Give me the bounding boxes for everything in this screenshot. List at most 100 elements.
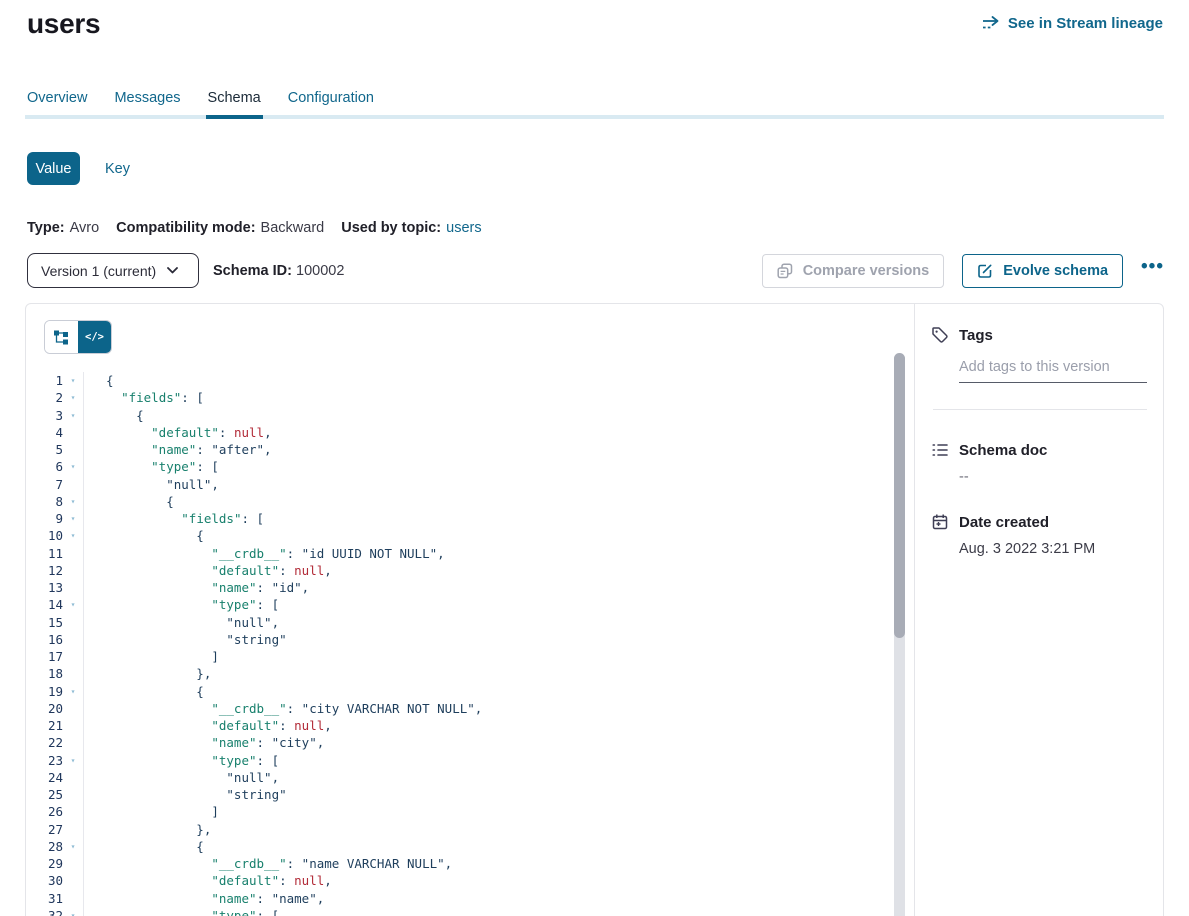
collapse-toggle-icon[interactable]: ▾ [63,493,84,510]
collapse-spacer [63,562,84,579]
code-line: 11 "__crdb__": "id UUID NOT NULL", [26,545,914,562]
code-text: { [84,683,204,700]
code-view-button[interactable]: </> [78,321,111,353]
collapse-spacer [63,855,84,872]
collapse-spacer [63,821,84,838]
compare-versions-label: Compare versions [803,263,930,279]
line-number: 29 [26,855,63,872]
code-line: 20 "__crdb__": "city VARCHAR NOT NULL", [26,700,914,717]
collapse-toggle-icon[interactable]: ▾ [63,407,84,424]
line-number: 3 [26,407,63,424]
evolve-schema-label: Evolve schema [1003,263,1108,279]
code-text: "__crdb__": "name VARCHAR NULL", [84,855,452,872]
code-lines: 1▾{2▾ "fields": [3▾ {4 "default": null,5… [26,372,914,916]
code-line: 3▾ { [26,407,914,424]
date-created-value: Aug. 3 2022 3:21 PM [959,541,1147,557]
line-number: 1 [26,372,63,389]
line-number: 27 [26,821,63,838]
line-number: 4 [26,424,63,441]
tab-schema[interactable]: Schema [208,90,261,119]
more-options-button[interactable]: ••• [1141,256,1164,286]
code-text: ] [84,648,219,665]
collapse-spacer [63,769,84,786]
line-number: 25 [26,786,63,803]
compatibility-label: Compatibility mode: [116,220,255,236]
code-text: "__crdb__": "city VARCHAR NOT NULL", [84,700,482,717]
collapse-toggle-icon[interactable]: ▾ [63,510,84,527]
collapse-toggle-icon[interactable]: ▾ [63,683,84,700]
date-created-section: Date created Aug. 3 2022 3:21 PM [931,513,1147,557]
stream-lineage-link[interactable]: See in Stream lineage [982,15,1163,32]
collapse-toggle-icon[interactable]: ▾ [63,838,84,855]
schema-doc-value: -- [959,469,1147,485]
line-number: 28 [26,838,63,855]
line-number: 31 [26,890,63,907]
line-number: 16 [26,631,63,648]
code-text: "default": null, [84,424,272,441]
compatibility-field: Compatibility mode: Backward [116,220,324,236]
collapse-toggle-icon[interactable]: ▾ [63,752,84,769]
code-text: "name": "id", [84,579,309,596]
version-select-value: Version 1 (current) [41,263,156,279]
used-by-topic-field: Used by topic: users [341,220,481,236]
evolve-schema-icon [977,263,995,279]
code-text: }, [84,821,211,838]
code-line: 6▾ "type": [ [26,458,914,475]
evolve-schema-button[interactable]: Evolve schema [962,254,1123,288]
tab-overview[interactable]: Overview [27,90,87,119]
topic-link[interactable]: users [446,220,481,236]
code-line: 32▾ "type": [ [26,907,914,916]
code-line: 1▾{ [26,372,914,389]
line-number: 15 [26,614,63,631]
collapse-toggle-icon[interactable]: ▾ [63,458,84,475]
line-number: 5 [26,441,63,458]
tree-view-button[interactable] [45,321,78,353]
tags-section: Tags [931,326,1147,410]
schema-code-panel: </> 1▾{2▾ "fields": [3▾ {4 "default": nu… [26,304,915,916]
compare-versions-button[interactable]: Compare versions [762,254,945,288]
value-tab-button[interactable]: Value [27,152,80,185]
add-tags-input[interactable] [959,357,1147,383]
line-number: 20 [26,700,63,717]
line-number: 7 [26,476,63,493]
code-line: 9▾ "fields": [ [26,510,914,527]
code-text: { [84,838,204,855]
code-text: "fields": [ [84,389,204,406]
compatibility-value: Backward [261,220,325,236]
code-line: 24 "null", [26,769,914,786]
code-line: 13 "name": "id", [26,579,914,596]
code-text: { [84,407,144,424]
collapse-toggle-icon[interactable]: ▾ [63,596,84,613]
code-line: 29 "__crdb__": "name VARCHAR NULL", [26,855,914,872]
chevron-down-icon [167,267,185,274]
tab-messages[interactable]: Messages [114,90,180,119]
line-number: 22 [26,734,63,751]
collapse-spacer [63,803,84,820]
code-text: "default": null, [84,562,332,579]
code-scrollbar-track[interactable] [894,353,905,916]
code-text: "null", [84,769,279,786]
line-number: 23 [26,752,63,769]
code-line: 7 "null", [26,476,914,493]
version-toolbar: Version 1 (current) Schema ID: 100002 Co… [27,253,1164,288]
version-select[interactable]: Version 1 (current) [27,253,199,288]
schema-id-value: 100002 [296,263,344,279]
used-by-topic-label: Used by topic: [341,220,441,236]
code-scrollbar-thumb[interactable] [894,353,905,638]
code-line: 19▾ { [26,683,914,700]
code-line: 15 "null", [26,614,914,631]
code-text: "default": null, [84,872,332,889]
collapse-toggle-icon[interactable]: ▾ [63,389,84,406]
tab-configuration[interactable]: Configuration [288,90,374,119]
collapse-toggle-icon[interactable]: ▾ [63,527,84,544]
code-line: 2▾ "fields": [ [26,389,914,406]
collapse-toggle-icon[interactable]: ▾ [63,907,84,916]
code-line: 30 "default": null, [26,872,914,889]
code-text: "type": [ [84,752,279,769]
tabbar: Overview Messages Schema Configuration [27,90,374,119]
collapse-spacer [63,614,84,631]
code-text: "__crdb__": "id UUID NOT NULL", [84,545,445,562]
key-tab-link[interactable]: Key [105,161,130,177]
collapse-spacer [63,441,84,458]
collapse-toggle-icon[interactable]: ▾ [63,372,84,389]
